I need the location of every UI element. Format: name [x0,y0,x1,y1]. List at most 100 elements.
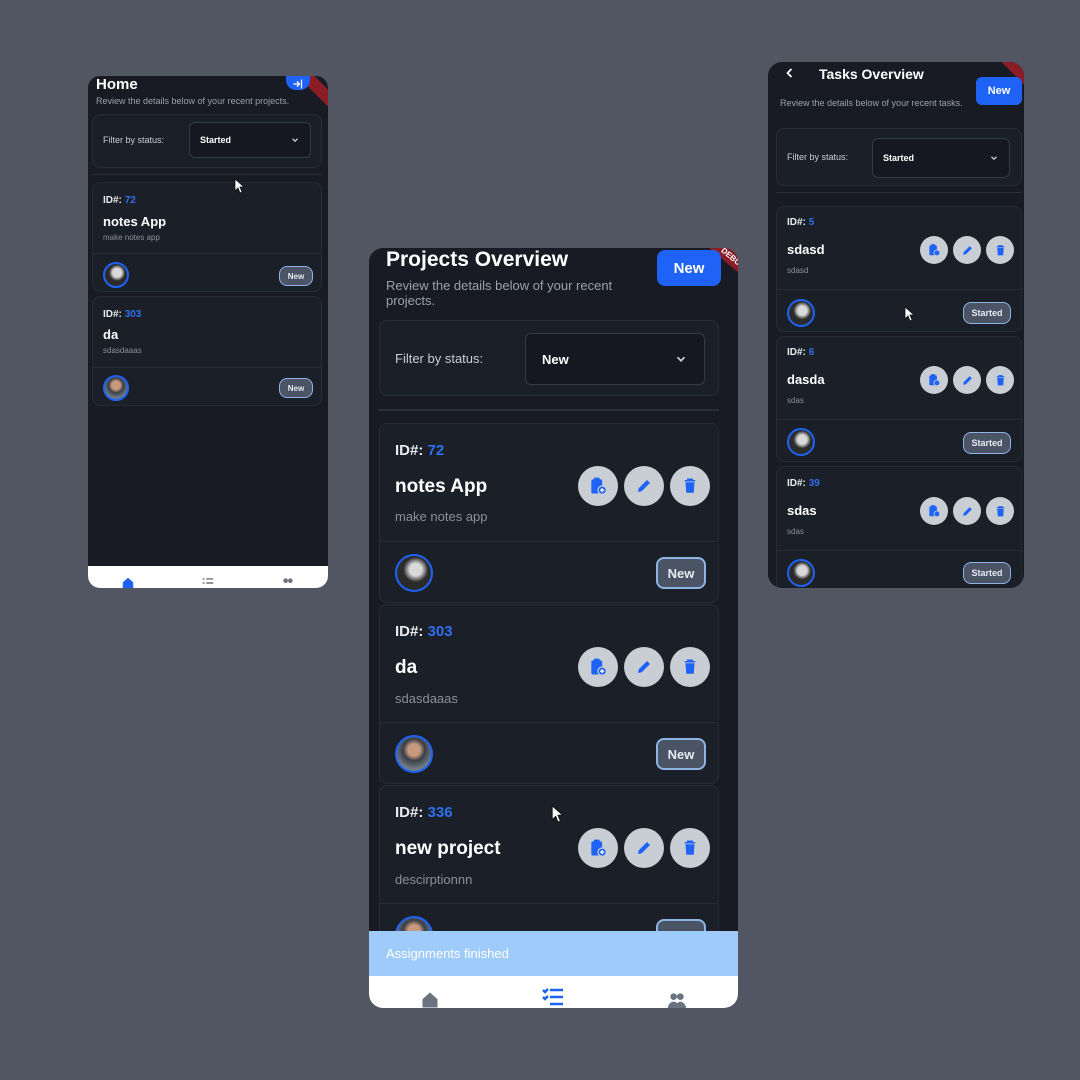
delete-button[interactable] [670,466,710,506]
id-line: ID#: 303 [103,309,142,320]
avatar [787,299,815,327]
snackbar: Assignments finished [369,931,738,976]
avatar [103,262,129,288]
add-task-button[interactable] [578,647,618,687]
id-line: ID#: 39 [787,478,820,489]
bottom-navigation [369,976,738,1008]
left-phone-screen: Home Review the details below of your re… [88,76,328,588]
pencil-icon [962,506,972,516]
add-subtask-button[interactable] [920,497,948,525]
project-card[interactable]: ID#: 303 da sdasdaaas New [92,296,322,406]
pencil-icon [962,375,972,385]
card-title: sdas [787,503,817,518]
mouse-pointer-icon [904,306,916,322]
card-description: sdasdaaas [395,691,458,706]
card-title: sdasd [787,242,825,257]
card-title: notes App [395,476,488,497]
project-card[interactable]: ID#: 72 notes App make notes app New [92,182,322,292]
status-badge: Started [963,562,1011,584]
card-title: dasda [787,372,825,387]
delete-button[interactable] [670,828,710,868]
divider [776,192,1022,193]
chevron-down-icon [292,138,298,143]
add-subtask-button[interactable] [920,366,948,394]
new-task-button[interactable]: New [976,77,1022,105]
delete-button[interactable] [986,497,1014,525]
pencil-icon [638,661,650,673]
snackbar-message: Assignments finished [386,946,509,961]
back-arrow-icon[interactable] [784,67,796,79]
add-task-button[interactable] [578,828,618,868]
edit-button[interactable] [624,828,664,868]
avatar [103,375,129,401]
id-line: ID#: 5 [787,217,815,228]
trash-icon [684,659,696,674]
tasks-icon[interactable] [201,576,215,588]
pencil-icon [638,842,650,854]
filter-panel: Filter by status: New [379,320,719,396]
page-title: Projects Overview [386,248,569,271]
delete-button[interactable] [986,236,1014,264]
task-card[interactable]: ID#: 39 sdas sdas Started [776,466,1022,588]
chevron-down-icon [991,156,997,161]
card-description: sdas [787,396,804,405]
card-description: sdasdaaas [103,346,142,355]
mouse-pointer-icon [234,178,246,194]
filter-label: Filter by status: [395,351,484,366]
edit-button[interactable] [624,647,664,687]
edit-button[interactable] [953,497,981,525]
add-subtask-button[interactable] [920,236,948,264]
status-select-value: Started [200,135,232,145]
avatar [395,735,433,773]
trash-icon [684,478,696,493]
avatar [787,559,815,587]
trash-icon [996,374,1004,385]
clipboard-add-icon [591,839,607,857]
clipboard-add-icon [929,374,941,387]
clipboard-add-icon [591,477,607,495]
divider [379,409,719,411]
task-card[interactable]: ID#: 6 dasda sdas Started [776,336,1022,462]
pencil-icon [638,480,650,492]
card-title: new project [395,838,501,859]
status-select[interactable]: New [525,333,705,385]
id-line: ID#: 72 [395,442,445,459]
delete-button[interactable] [986,366,1014,394]
id-line: ID#: 72 [103,195,136,206]
edit-button[interactable] [953,236,981,264]
edit-button[interactable] [953,366,981,394]
trash-icon [996,244,1004,255]
home-icon[interactable] [121,576,135,588]
delete-button[interactable] [670,647,710,687]
page-title: Home [96,76,138,93]
filter-label: Filter by status: [103,135,165,145]
logout-button[interactable] [286,76,310,90]
edit-button[interactable] [624,466,664,506]
trash-icon [996,505,1004,516]
status-badge: New [279,266,313,286]
filter-panel: Filter by status: Started [92,114,322,168]
chevron-down-icon [676,356,686,362]
project-card[interactable]: ID#: 303 da sdasdaaas New [379,604,719,784]
people-icon[interactable] [281,576,295,588]
status-select-value: New [542,351,569,367]
home-icon[interactable] [420,990,440,1008]
status-select[interactable]: Started [872,138,1010,178]
status-badge: New [279,378,313,398]
logout-icon [293,79,303,89]
card-title: da [395,657,418,678]
task-card[interactable]: ID#: 5 sdasd sdasd Started [776,206,1022,332]
card-description: make notes app [395,509,488,524]
status-select[interactable]: Started [189,122,311,158]
id-line: ID#: 6 [787,347,815,358]
filter-label: Filter by status: [787,152,849,162]
new-project-button[interactable]: New [657,250,721,286]
id-line: ID#: 303 [395,623,453,640]
tasks-icon[interactable] [541,985,565,1008]
project-card[interactable]: ID#: 72 notes App make notes app New [379,423,719,603]
right-phone-screen: Tasks Overview New Review the details be… [768,62,1024,588]
add-task-button[interactable] [578,466,618,506]
avatar [395,554,433,592]
status-badge: New [656,557,706,589]
people-icon[interactable] [667,990,687,1008]
